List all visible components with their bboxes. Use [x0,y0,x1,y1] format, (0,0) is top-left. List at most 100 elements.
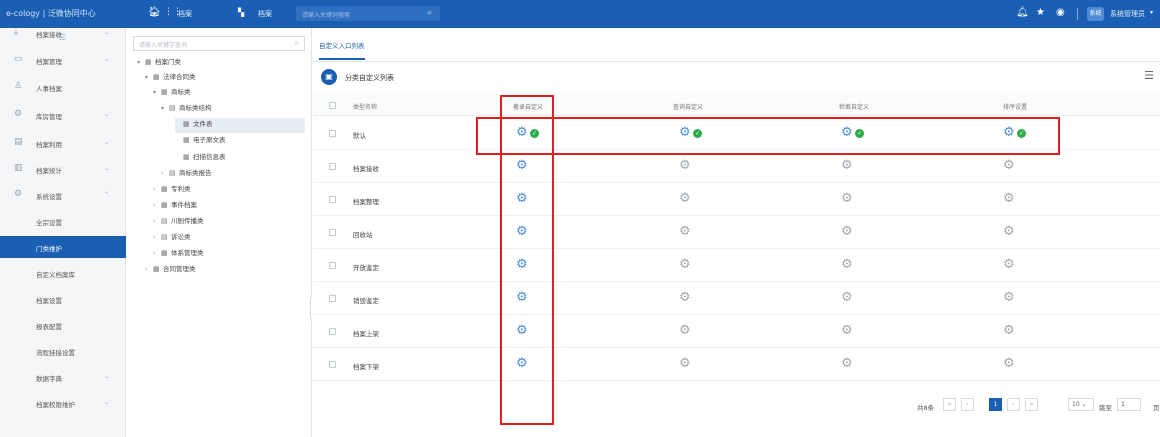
expand-arrow-icon[interactable]: › [153,202,161,209]
user-name[interactable]: 系统管理员 [1110,9,1145,19]
settings-gear-icon[interactable]: ⚙ [679,192,691,205]
settings-gear-icon[interactable]: ⚙ [841,291,853,304]
expand-arrow-icon[interactable]: › [145,266,153,273]
settings-gear-icon[interactable]: ⚙ [679,258,691,271]
settings-gear-icon[interactable]: ⚙ [841,225,853,238]
tree-node[interactable]: › ▤ 川剧传播类 [153,215,305,230]
chevron-icon[interactable]: ⌄ [104,29,109,36]
tree-node[interactable]: ▦ 扫描信息表 [175,151,305,166]
tab-custom-entry-list[interactable]: 自定义入口列表 [319,40,365,60]
tree-node[interactable]: › ▦ 合同管理类 [145,263,305,278]
expand-arrow-icon[interactable]: ▾ [145,74,153,81]
settings-gear-icon[interactable]: ⚙ [841,192,853,205]
global-search-input[interactable]: 请输入关键词搜索 ⌕ [296,6,440,21]
sidebar-item[interactable]: 报表配置 [0,314,126,336]
search-icon[interactable]: ⌕ [295,38,299,48]
tree-node[interactable]: ▾ ▤ 商标类结构 [161,102,305,117]
list-menu-icon[interactable]: ☰ [1144,69,1154,82]
scope-icon[interactable]: ▚ [238,8,244,17]
table-row[interactable]: 档案上架 ⚙ ⚙ ⚙ ⚙ [313,315,1160,348]
goto-page-input[interactable]: 1 [1117,398,1141,411]
tree-node[interactable]: › ▦ 事件档案 [153,199,305,214]
page-size-select[interactable]: 10 ⌄ [1068,398,1094,411]
expand-arrow-icon[interactable]: ▾ [137,59,145,66]
table-row[interactable]: 回收站 ⚙ ⚙ ⚙ ⚙ [313,216,1160,249]
table-row[interactable]: 档案整理 ⚙ ⚙ ⚙ ⚙ [313,183,1160,216]
settings-gear-icon[interactable]: ⚙ [1003,192,1015,205]
chevron-icon[interactable]: ⌄ [104,139,109,146]
tree-node[interactable]: › ▤ 诉讼类 [153,231,305,246]
sidebar-item[interactable]: ⚙ 库房管理 ⌄ [0,104,126,126]
sidebar-item[interactable]: ▥ 档案统计 ⌄ [0,158,126,180]
sidebar-item[interactable]: 自定义档案库 [0,262,126,284]
settings-gear-icon[interactable]: ⚙ [1003,225,1015,238]
tree-node[interactable]: ▾ ▦ 商标类 [153,86,305,101]
expand-arrow-icon[interactable]: › [153,218,161,225]
next-page-button[interactable]: › [1007,398,1020,411]
sidebar-item[interactable]: 数据字典 ⌄ [0,366,126,388]
expand-arrow-icon[interactable]: › [153,250,161,257]
sidebar-item[interactable]: 全宗设置 [0,210,126,232]
settings-gear-icon[interactable]: ⚙ [1003,324,1015,337]
tree-node[interactable]: › ▦ 专利类 [153,183,305,198]
sidebar-item[interactable]: ▭ 档案管理 ⌄ [0,49,126,71]
tree-node[interactable]: ▾ ▦ 法律合同类 [145,71,305,86]
star-icon[interactable]: ★ [1036,7,1045,18]
table-row[interactable]: 销毁鉴定 ⚙ ⚙ ⚙ ⚙ [313,282,1160,315]
sidebar-item[interactable]: ⤓ 档案接收 ⌄ [0,22,126,44]
avatar[interactable]: 系统 [1087,7,1104,21]
row-checkbox[interactable] [329,295,336,302]
settings-gear-icon[interactable]: ⚙ [679,357,691,370]
expand-arrow-icon[interactable]: › [153,234,161,241]
sidebar-item[interactable]: 门类维护 [0,236,126,258]
page-number-button[interactable]: 1 [989,398,1002,411]
settings-gear-icon[interactable]: ⚙ [841,258,853,271]
tree-node[interactable]: ▦ 文件表 [175,118,305,133]
bell-icon[interactable]: 🔔︎ [1016,7,1029,18]
brand-title[interactable]: e-cology | 泛微协同中心 [6,8,96,19]
sidebar-item[interactable]: ♙ 人事档案 [0,76,126,98]
chevron-icon[interactable]: ⌃ [104,191,109,198]
row-checkbox[interactable] [329,130,336,137]
prev-page-button[interactable]: ‹ [961,398,974,411]
settings-gear-icon[interactable]: ⚙ [679,159,691,172]
chevron-icon[interactable]: ⌄ [104,373,109,380]
select-all-checkbox[interactable] [329,102,336,109]
settings-gear-icon[interactable]: ⚙ [679,225,691,238]
row-checkbox[interactable] [329,196,336,203]
row-checkbox[interactable] [329,361,336,368]
module-label[interactable]: 档案 [178,9,192,19]
globe-icon[interactable]: ◉ [1056,7,1065,18]
first-page-button[interactable]: « [943,398,956,411]
chevron-icon[interactable]: ⌄ [104,399,109,406]
chevron-icon[interactable]: ⌄ [104,56,109,63]
search-icon[interactable]: ⌕ [428,8,432,18]
tree-node[interactable]: › ▦ 体系管理类 [153,247,305,262]
scope-selector[interactable]: 档案 [258,9,272,19]
settings-gear-icon[interactable]: ⚙ [679,291,691,304]
table-row[interactable]: 开放鉴定 ⚙ ⚙ ⚙ ⚙ [313,249,1160,282]
chevron-down-icon[interactable]: ▾ [1150,9,1153,16]
sidebar-item[interactable]: ▤ 档案利用 ⌄ [0,132,126,154]
settings-gear-icon[interactable]: ⚙ [841,159,853,172]
row-checkbox[interactable] [329,229,336,236]
row-checkbox[interactable] [329,262,336,269]
expand-arrow-icon[interactable]: › [161,170,169,177]
tree-node[interactable]: ▦ 电子原文表 [175,134,305,149]
last-page-button[interactable]: » [1025,398,1038,411]
home-icon[interactable]: 🏠︎ [148,7,161,18]
sidebar-item[interactable]: 流程挂接设置 [0,340,126,362]
table-row[interactable]: 档案下架 ⚙ ⚙ ⚙ ⚙ [313,348,1160,381]
sidebar-item[interactable]: ⚙ 系统设置 ⌃ [0,184,126,206]
settings-gear-icon[interactable]: ⚙ [679,324,691,337]
expand-arrow-icon[interactable]: › [153,186,161,193]
chevron-icon[interactable]: ⌄ [104,111,109,118]
row-checkbox[interactable] [329,328,336,335]
tree-node[interactable]: ▾ ▦ 档案门类 [137,56,305,71]
settings-gear-icon[interactable]: ⚙ [841,357,853,370]
expand-arrow-icon[interactable]: ▾ [161,105,169,112]
tree-node[interactable]: › ▤ 商标类报告 [161,167,305,182]
settings-gear-icon[interactable]: ⚙ [841,324,853,337]
row-checkbox[interactable] [329,163,336,170]
expand-arrow-icon[interactable]: ▾ [153,89,161,96]
